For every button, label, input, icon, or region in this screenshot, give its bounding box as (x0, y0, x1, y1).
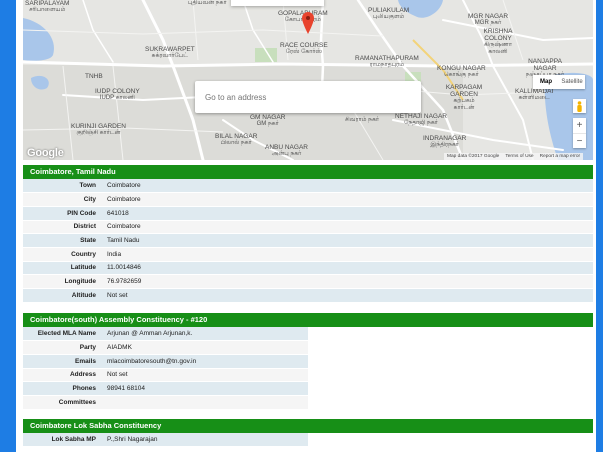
content-container: SARIPALAYAM சரிபாளையம் புதியவன் நகர் GOPA… (23, 0, 593, 452)
map-label: RAMANATHAPURAM ராமநாதபுரம் (355, 55, 419, 68)
info-row-label: Lok Sabha MP (23, 433, 104, 448)
map-address-search[interactable] (195, 81, 421, 113)
info-row: Latitude 11.0014846 (23, 261, 593, 276)
info-row: Emails mlacoimbatoresouth@tn.gov.in (23, 354, 308, 369)
info-row-label: Address (23, 368, 104, 383)
map-label: TNHB (85, 73, 103, 80)
zoom-control: + − (573, 118, 586, 148)
info-row-label: Country (23, 247, 104, 262)
info-row-value[interactable]: Coimbatore (104, 220, 593, 235)
info-row-value: 11.0014846 (104, 261, 593, 276)
info-row-label: Committees (23, 395, 104, 410)
lok-sabha-table: Lok Sabha MP P.,Shri Nagarajan (23, 433, 308, 448)
map-label: SUKRAWARPET சுக்ரவார்பேட் (145, 46, 195, 59)
info-row-label: Town (23, 179, 104, 194)
map-label: KRISHNA COLONY கிருஷ்ணா காலனி (483, 28, 513, 55)
info-row: Address Not set (23, 368, 308, 383)
info-row: District Coimbatore (23, 220, 593, 235)
info-row-label: PIN Code (23, 206, 104, 221)
map-label: ANBU NAGAR அன்பு நகர் (265, 144, 308, 157)
info-row-label: Latitude (23, 261, 104, 276)
info-row-value[interactable]: 98941 68104 (104, 381, 308, 396)
info-row-value: AIADMK (104, 340, 308, 355)
location-table: Town Coimbatore City Coimbatore PIN Code 6410… (23, 179, 593, 303)
info-row: PIN Code 641018 (23, 206, 593, 221)
info-row: Lok Sabha MP P.,Shri Nagarajan (23, 433, 308, 448)
map-label: KURINJI GARDEN குறிஞ்சி கார்டன் (71, 123, 126, 136)
map-label: PULIAKULAM புலியகுளம் (368, 7, 410, 20)
location-pin-icon[interactable] (302, 12, 314, 39)
map-label: INDRANAGAR இந்திரநகர் (423, 135, 467, 148)
page-frame-right (596, 0, 603, 452)
map-widget[interactable]: SARIPALAYAM சரிபாளையம் புதியவன் நகர் GOPA… (23, 0, 593, 160)
report-map-error-link[interactable]: Report a map error (540, 154, 581, 159)
map-label: KARPAGAM GARDEN கற்பகம் கார்டன் (445, 84, 483, 111)
info-row: Elected MLA Name Arjunan @ Amman Arjunan,… (23, 327, 308, 342)
info-row-value: P.,Shri Nagarajan (104, 433, 308, 448)
info-row-value: Not set (104, 288, 593, 303)
info-row: City Coimbatore (23, 192, 593, 207)
info-row: Longitude 76.9782659 (23, 274, 593, 289)
google-logo: Google (27, 147, 64, 159)
zoom-out-button[interactable]: − (573, 133, 586, 148)
info-row-value: Coimbatore (104, 192, 593, 207)
info-row-label: Elected MLA Name (23, 327, 104, 342)
top-overlay-box (231, 0, 324, 6)
zoom-in-button[interactable]: + (573, 118, 586, 133)
map-label: IUDP COLONY IUDP காலனி (95, 88, 140, 101)
info-row: Committees (23, 395, 308, 410)
info-row-label: State (23, 233, 104, 248)
map-label: BILAL NAGAR பிலால் நகர் (215, 133, 258, 146)
map-label: NETHAJI NAGAR நேதாஜி நகர் (395, 113, 448, 126)
info-row-label: City (23, 192, 104, 207)
info-row-label: Altitude (23, 288, 104, 303)
map-label: GM NAGAR GM நகர் (250, 114, 286, 127)
assembly-section-title: Coimbatore(south) Assembly Constituency … (23, 313, 593, 327)
info-row-value: India (104, 247, 593, 262)
info-row-value: Coimbatore (104, 179, 593, 194)
info-row-label: Longitude (23, 274, 104, 289)
assembly-table: Elected MLA Name Arjunan @ Amman Arjunan,… (23, 327, 308, 410)
map-label: KALLIMADAI கள்ளிமடை (515, 88, 554, 101)
map-data-credit: Map data ©2017 Google (447, 154, 500, 159)
info-row-value: 641018 (104, 206, 593, 221)
info-row: State Tamil Nadu (23, 233, 593, 248)
info-row: Altitude Not set (23, 288, 593, 303)
info-row: Party AIADMK (23, 340, 308, 355)
info-row-value: Arjunan @ Amman Arjunan,k. (104, 327, 308, 342)
address-search-input[interactable] (195, 81, 421, 113)
map-label: KONGU NAGAR கொங்கு நகர் (437, 65, 486, 78)
map-type-satellite-button[interactable]: Satellite (559, 75, 585, 89)
map-label: RACE COURSE ரேஸ் கோர்ஸ் (280, 42, 328, 55)
lok-sabha-section-title: Coimbatore Lok Sabha Constituency (23, 419, 593, 433)
info-row-value[interactable]: Tamil Nadu (104, 233, 593, 248)
info-row: Town Coimbatore (23, 179, 593, 194)
info-row-value (104, 395, 308, 410)
map-type-control[interactable]: Map Satellite (533, 75, 585, 89)
info-row-value: 76.9782659 (104, 274, 593, 289)
info-row: Phones 98941 68104 (23, 381, 308, 396)
info-row-value: Not set (104, 368, 308, 383)
assembly-section: Coimbatore(south) Assembly Constituency … (23, 313, 593, 410)
map-label: சிவராம் நகர் (345, 117, 379, 123)
location-section-title: Coimbatore, Tamil Nadu (23, 165, 593, 179)
page-frame-left (0, 0, 16, 452)
terms-of-use-link[interactable]: Terms of Use (505, 154, 533, 159)
info-row-value[interactable]: mlacoimbatoresouth@tn.gov.in (104, 354, 308, 369)
info-row-label: Emails (23, 354, 104, 369)
map-label: MGR NAGAR MGR நகர் (468, 13, 509, 26)
info-row-label: District (23, 220, 104, 235)
info-row-label: Party (23, 340, 104, 355)
lok-sabha-section: Coimbatore Lok Sabha Constituency Lok Sa… (23, 419, 593, 448)
map-type-map-button[interactable]: Map (533, 75, 559, 89)
info-row: Country India (23, 247, 593, 262)
map-attribution: Map data ©2017 Google Terms of Use Repor… (444, 153, 584, 160)
map-label: புதியவன் நகர் (188, 0, 227, 6)
map-label: SARIPALAYAM சரிபாளையம் (25, 0, 70, 13)
street-view-pegman-icon[interactable] (573, 99, 586, 113)
location-section: Coimbatore, Tamil Nadu Town Coimbatore Cit… (23, 165, 593, 303)
info-row-label: Phones (23, 381, 104, 396)
